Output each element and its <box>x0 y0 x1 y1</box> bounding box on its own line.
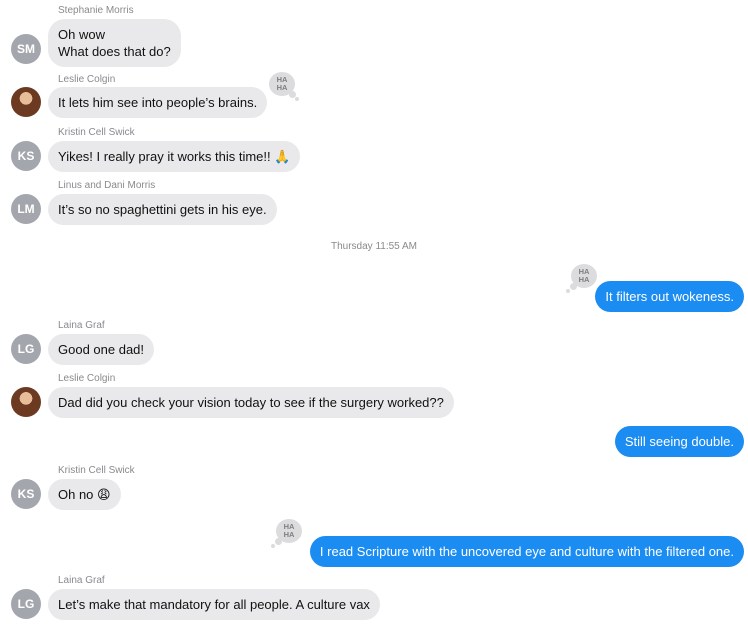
avatar[interactable]: LG <box>11 334 41 364</box>
avatar[interactable]: LM <box>11 194 41 224</box>
message-bubble[interactable]: Oh wow What does that do? <box>48 19 181 67</box>
message-bubble[interactable]: It lets him see into people’s brains. <box>48 87 268 118</box>
haha-tapback-icon[interactable]: HA HA <box>566 264 597 293</box>
haha-tapback-icon[interactable]: HA HA <box>271 519 302 548</box>
message-text: Let’s make that mandatory for all people… <box>58 597 370 612</box>
sender-name: Stephanie Morris <box>58 5 134 16</box>
message-text: It filters out wokeness. <box>605 289 734 304</box>
avatar[interactable]: LG <box>11 589 41 619</box>
message-bubble[interactable]: Let’s make that mandatory for all people… <box>48 589 380 620</box>
sender-name: Linus and Dani Morris <box>58 180 156 191</box>
message-text: Oh no 😩 <box>58 487 111 502</box>
message-bubble[interactable]: It’s so no spaghettini gets in his eye. <box>48 194 277 225</box>
message-bubble[interactable]: Dad did you check your vision today to s… <box>48 387 454 418</box>
message-bubble[interactable]: It filters out wokeness. <box>595 281 744 312</box>
message-text: It’s so no spaghettini gets in his eye. <box>58 202 267 217</box>
message-bubble[interactable]: Oh no 😩 <box>48 479 121 510</box>
message-text: Good one dad! <box>58 342 145 357</box>
message-text: Yikes! I really pray it works this time!… <box>58 149 291 164</box>
haha-tapback-icon[interactable]: HA HA <box>269 72 299 101</box>
avatar[interactable]: KS <box>11 479 41 509</box>
message-text: Still seeing double. <box>624 434 734 449</box>
avatar[interactable] <box>11 387 41 417</box>
avatar[interactable] <box>11 87 41 117</box>
sender-name: Laina Graf <box>58 320 105 331</box>
message-transcript: Stephanie Morris SM Oh wow What does tha… <box>0 0 748 627</box>
sender-name: Kristin Cell Swick <box>58 465 135 476</box>
sender-name: Laina Graf <box>58 575 105 586</box>
message-text: It lets him see into people’s brains. <box>58 95 258 110</box>
avatar[interactable]: KS <box>11 141 41 171</box>
avatar[interactable]: SM <box>11 34 41 64</box>
sender-name: Kristin Cell Swick <box>58 127 135 138</box>
message-bubble[interactable]: I read Scripture with the uncovered eye … <box>309 536 744 567</box>
message-text: I read Scripture with the uncovered eye … <box>319 544 734 559</box>
message-bubble[interactable]: Still seeing double. <box>614 426 744 457</box>
sender-name: Leslie Colgin <box>58 373 116 384</box>
sender-name: Leslie Colgin <box>58 74 116 85</box>
message-text: Dad did you check your vision today to s… <box>58 395 444 410</box>
message-bubble[interactable]: Yikes! I really pray it works this time!… <box>48 141 301 172</box>
timestamp: Thursday 11:55 AM <box>331 241 417 252</box>
message-bubble[interactable]: Good one dad! <box>48 334 155 365</box>
message-line: What does that do? <box>58 44 171 59</box>
message-line: Oh wow <box>58 27 105 42</box>
